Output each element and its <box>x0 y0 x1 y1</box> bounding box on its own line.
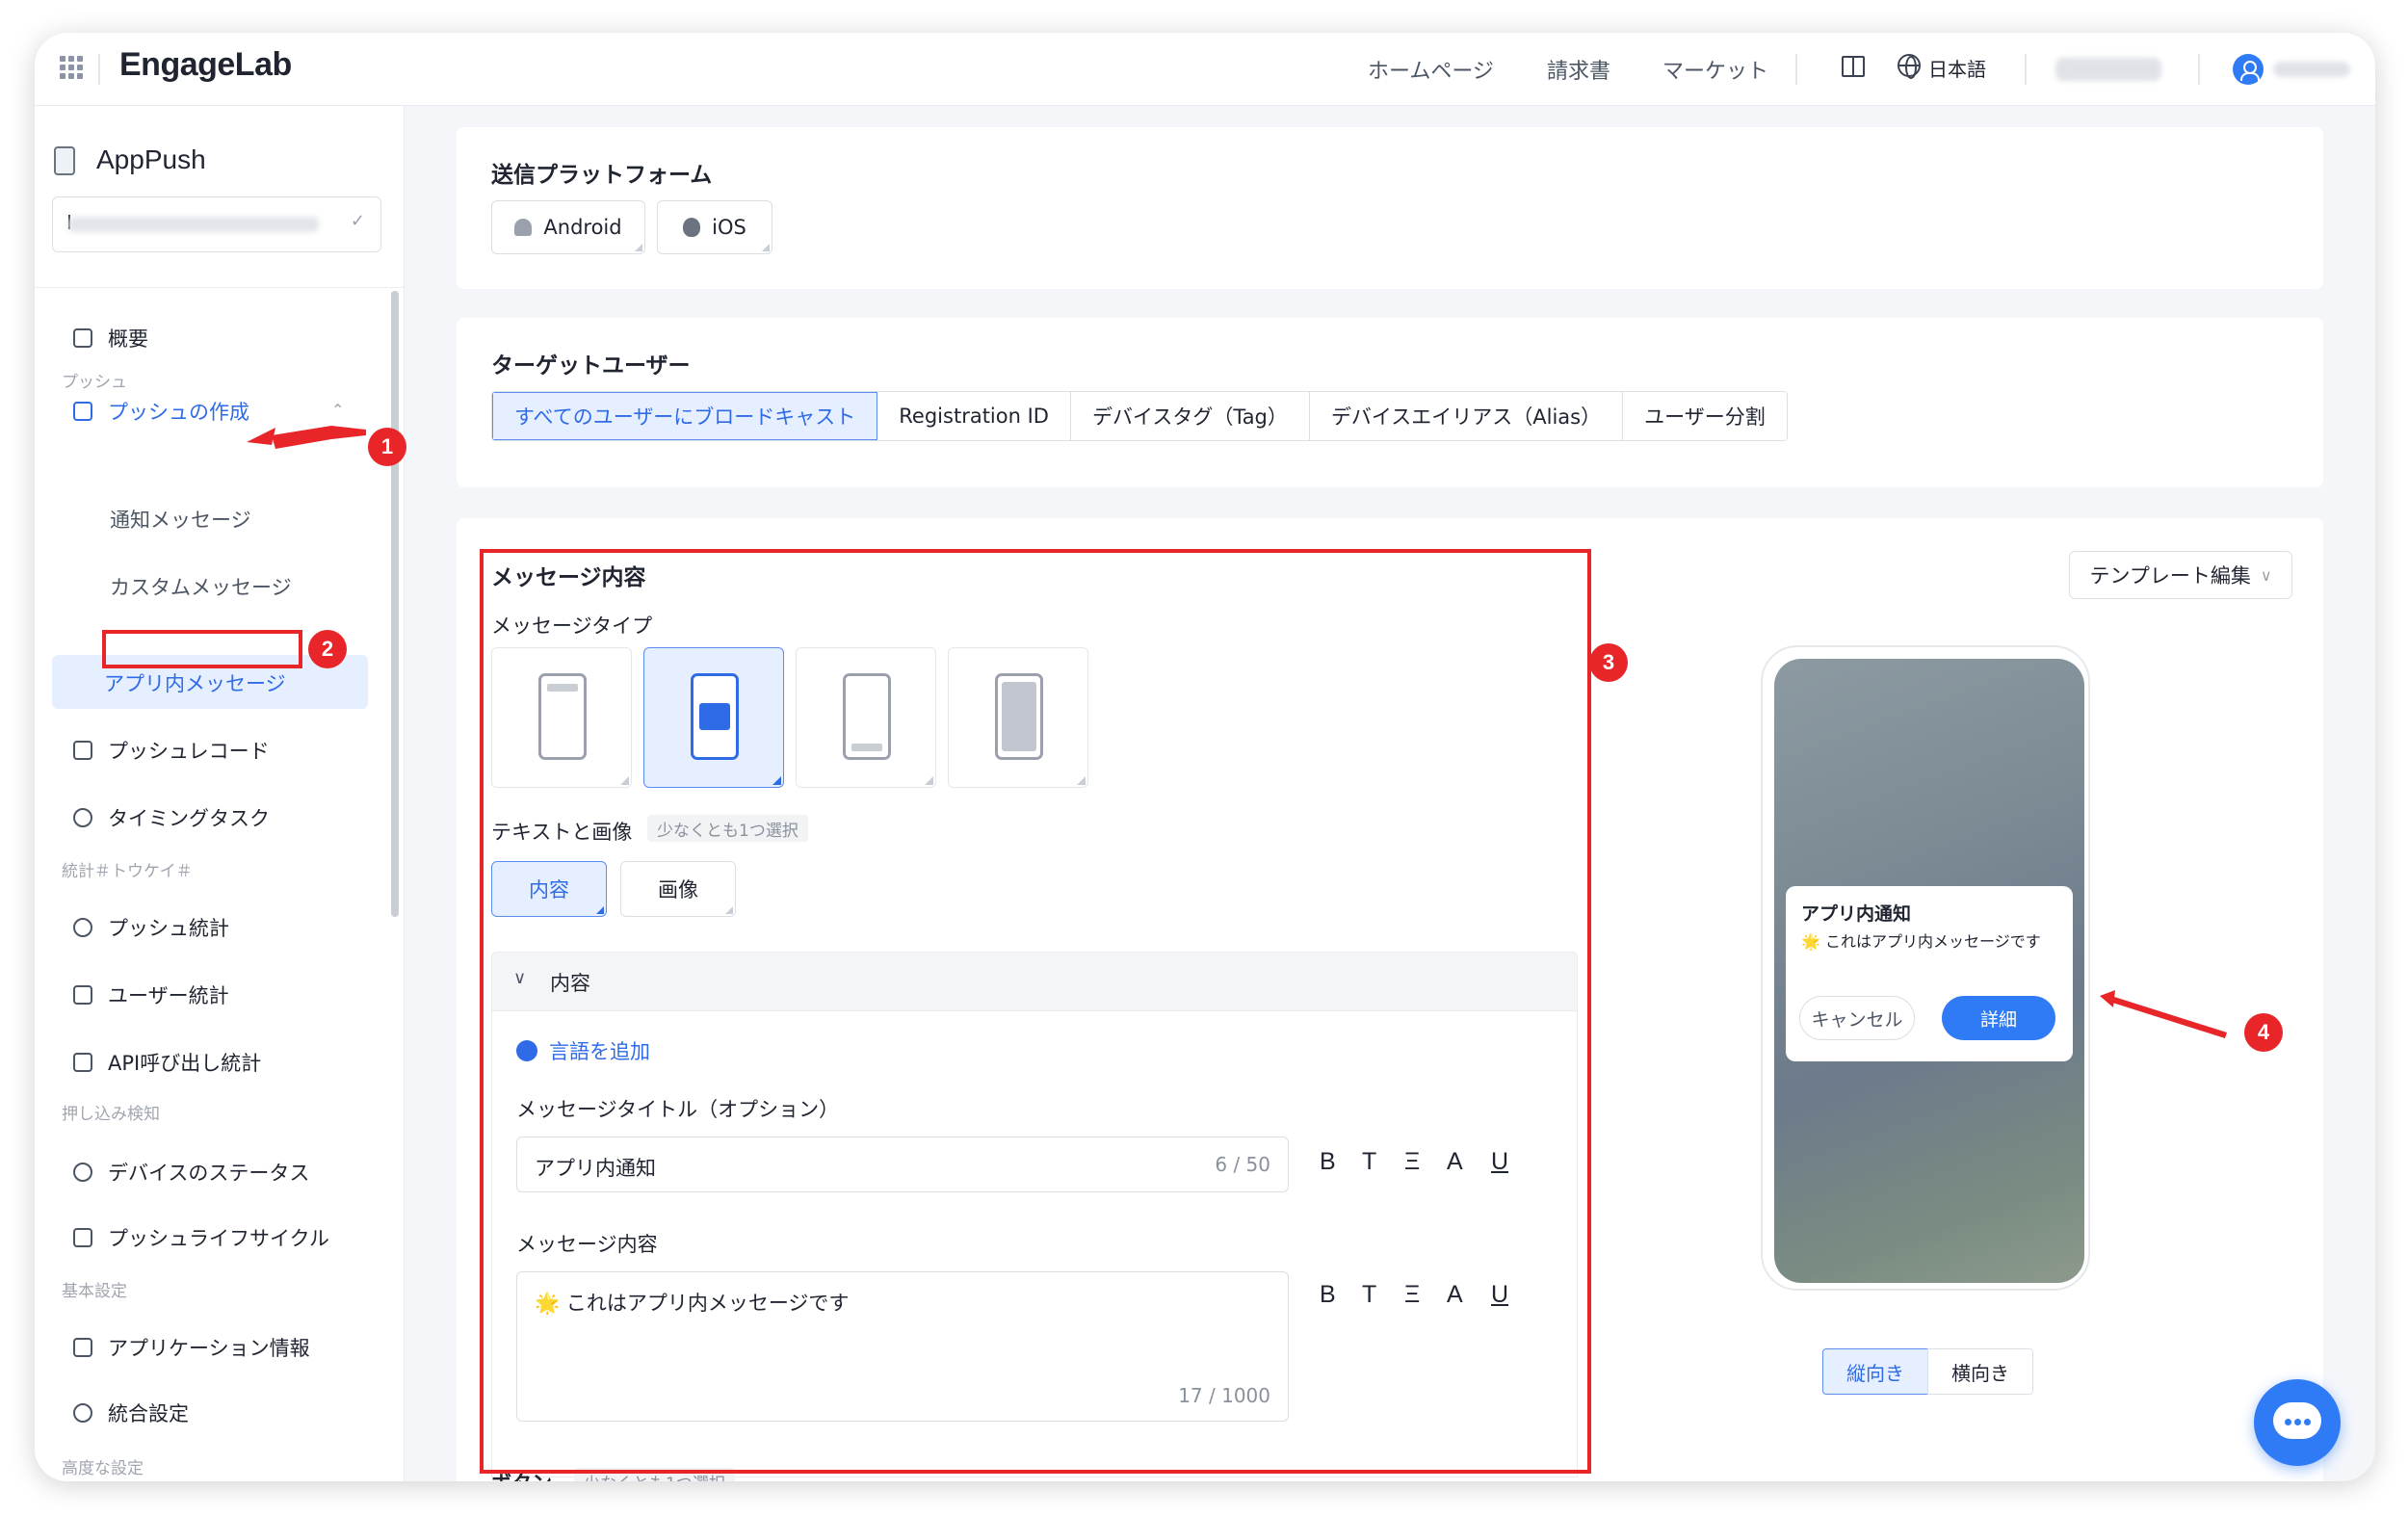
select-check-icon: ✓ <box>350 211 365 231</box>
divider <box>1795 54 1797 85</box>
chevron-up-icon[interactable]: ⌃ <box>331 401 344 419</box>
sidebar-item-push-stats[interactable]: プッシュ統計 <box>73 913 229 942</box>
annotation-badge-3: 3 <box>1589 643 1628 682</box>
android-icon <box>514 219 533 236</box>
sidebar-item-timing-task[interactable]: タイミングタスク <box>73 803 270 832</box>
sidebar-item-label: プッシュ統計 <box>108 917 229 940</box>
tab-registration-id[interactable]: Registration ID <box>877 392 1071 440</box>
platform-ios-button[interactable]: iOS <box>657 200 772 254</box>
line-chart-icon <box>73 1053 92 1072</box>
sidebar-group-stats: 統計＃トウケイ＃ <box>62 862 193 881</box>
sidebar-item-label: プッシュの作成 <box>108 401 249 424</box>
nav-homepage-link[interactable]: ホームページ <box>1368 54 1494 85</box>
tab-user-segment[interactable]: ユーザー分割 <box>1623 392 1787 440</box>
sidebar-item-label: プッシュレコード <box>108 740 270 763</box>
sidebar-item-label: API呼び出し統計 <box>108 1052 262 1075</box>
sidebar-item-label: 統合設定 <box>108 1402 189 1425</box>
annotation-badge-2: 2 <box>308 630 347 668</box>
target-tabs: すべてのユーザーにブロードキャスト Registration ID デバイスタグ… <box>491 391 1788 441</box>
sidebar-item-push-record[interactable]: プッシュレコード <box>73 736 270 765</box>
lifecycle-icon <box>73 1228 92 1247</box>
app-icon <box>54 146 75 175</box>
landscape-toggle[interactable]: 横向き <box>1927 1348 2033 1395</box>
nav-market-link[interactable]: マーケット <box>1662 54 1768 85</box>
app-select[interactable]: I ✓ <box>52 196 381 252</box>
sidebar-item-label: ユーザー統計 <box>108 984 229 1007</box>
user-avatar-icon[interactable] <box>2233 54 2264 85</box>
platform-title: 送信プラットフォーム <box>491 163 713 188</box>
platform-android-button[interactable]: Android <box>491 200 645 254</box>
sidebar-item-device-status[interactable]: デバイスのステータス <box>73 1158 309 1187</box>
portrait-toggle[interactable]: 縦向き <box>1822 1348 1928 1395</box>
sidebar-sub-inapp-message[interactable]: アプリ内メッセージ <box>104 668 286 697</box>
app-name-blurred <box>68 217 319 232</box>
search-icon <box>73 1163 92 1182</box>
username-blurred[interactable] <box>2273 62 2350 77</box>
sidebar-item-label: デバイスのステータス <box>108 1162 310 1185</box>
sidebar-item-create-push[interactable]: プッシュの作成 <box>73 397 249 426</box>
template-edit-dropdown[interactable]: テンプレート編集 ∨ <box>2069 551 2292 599</box>
language-selector[interactable]: 日本語 <box>1928 54 1986 82</box>
document-icon <box>73 1338 92 1357</box>
sidebar-item-push-lifecycle[interactable]: プッシュライフサイクル <box>73 1223 329 1252</box>
clock-icon <box>73 808 92 827</box>
app-title: AppPush <box>96 144 206 174</box>
sidebar-group-basic: 基本設定 <box>62 1282 127 1301</box>
target-title: ターゲットユーザー <box>491 353 691 379</box>
home-icon <box>73 328 92 348</box>
popup-detail-button[interactable]: 詳細 <box>1942 996 2055 1040</box>
docs-book-icon[interactable] <box>1842 56 1865 77</box>
template-edit-label: テンプレート編集 <box>2089 564 2251 588</box>
sidebar-group-check: 押し込み検知 <box>62 1105 160 1124</box>
app-window: EngageLab ホームページ 請求書 マーケット 日本語 AppPush I… <box>35 33 2375 1481</box>
bar-chart-icon <box>73 985 92 1005</box>
globe-icon[interactable] <box>1898 54 1921 79</box>
annotation-badge-4: 4 <box>2244 1013 2283 1052</box>
sidebar-sub-custom-message[interactable]: カスタムメッセージ <box>110 572 292 601</box>
document-plus-icon <box>73 402 92 421</box>
popup-title: アプリ内通知 <box>1801 903 1912 925</box>
divider <box>35 287 405 288</box>
sidebar-item-user-stats[interactable]: ユーザー統計 <box>73 980 229 1009</box>
sidebar-item-integration[interactable]: 統合設定 <box>73 1398 189 1427</box>
popup-body: 🌟 これはアプリ内メッセージです <box>1801 932 2041 951</box>
brand-logo[interactable]: EngageLab <box>119 46 292 84</box>
sidebar-item-app-info[interactable]: アプリケーション情報 <box>73 1333 310 1362</box>
sidebar-group-advanced: 高度な設定 <box>62 1459 144 1478</box>
tab-broadcast[interactable]: すべてのユーザーにブロードキャスト <box>492 392 878 440</box>
platform-ios-label: iOS <box>712 216 746 239</box>
sidebar-item-api-stats[interactable]: API呼び出し統計 <box>73 1048 261 1077</box>
popup-cancel-button[interactable]: キャンセル <box>1799 996 1915 1040</box>
account-name-blurred[interactable] <box>2055 58 2161 81</box>
sidebar: AppPush I ✓ 概要 プッシュ プッシュの作成 ⌃ 通知メッセージ カス… <box>35 106 405 1481</box>
pie-chart-icon <box>73 918 92 937</box>
divider <box>2198 54 2200 85</box>
chat-support-button[interactable] <box>2254 1379 2341 1466</box>
nav-invoice-link[interactable]: 請求書 <box>1547 54 1610 85</box>
divider <box>2025 54 2027 85</box>
sidebar-item-label: アプリケーション情報 <box>108 1337 310 1360</box>
inapp-popup-preview: アプリ内通知 🌟 これはアプリ内メッセージです キャンセル 詳細 <box>1786 886 2073 1061</box>
sidebar-item-label: タイミングタスク <box>108 807 270 830</box>
annotation-highlight-inapp <box>102 630 302 668</box>
sidebar-item-label: 概要 <box>108 327 148 351</box>
sidebar-sub-notification[interactable]: 通知メッセージ <box>110 505 251 534</box>
annotation-highlight-message <box>480 549 1591 1474</box>
apps-grid-icon[interactable] <box>60 56 83 79</box>
sidebar-scrollbar[interactable] <box>391 291 399 917</box>
tab-device-tag[interactable]: デバイスタグ（Tag） <box>1070 392 1310 440</box>
divider <box>98 54 100 85</box>
sidebar-group-push: プッシュ <box>62 373 127 392</box>
apple-icon <box>683 218 701 237</box>
list-icon <box>73 741 92 760</box>
sidebar-item-overview[interactable]: 概要 <box>73 324 148 353</box>
platform-android-label: Android <box>543 216 622 239</box>
tab-device-alias[interactable]: デバイスエイリアス（Alias） <box>1309 392 1624 440</box>
sidebar-item-label: プッシュライフサイクル <box>108 1227 329 1250</box>
top-bar: EngageLab ホームページ 請求書 マーケット 日本語 <box>35 33 2375 106</box>
integration-icon <box>73 1403 92 1423</box>
chevron-down-icon: ∨ <box>2260 565 2272 585</box>
annotation-badge-1: 1 <box>368 428 406 466</box>
